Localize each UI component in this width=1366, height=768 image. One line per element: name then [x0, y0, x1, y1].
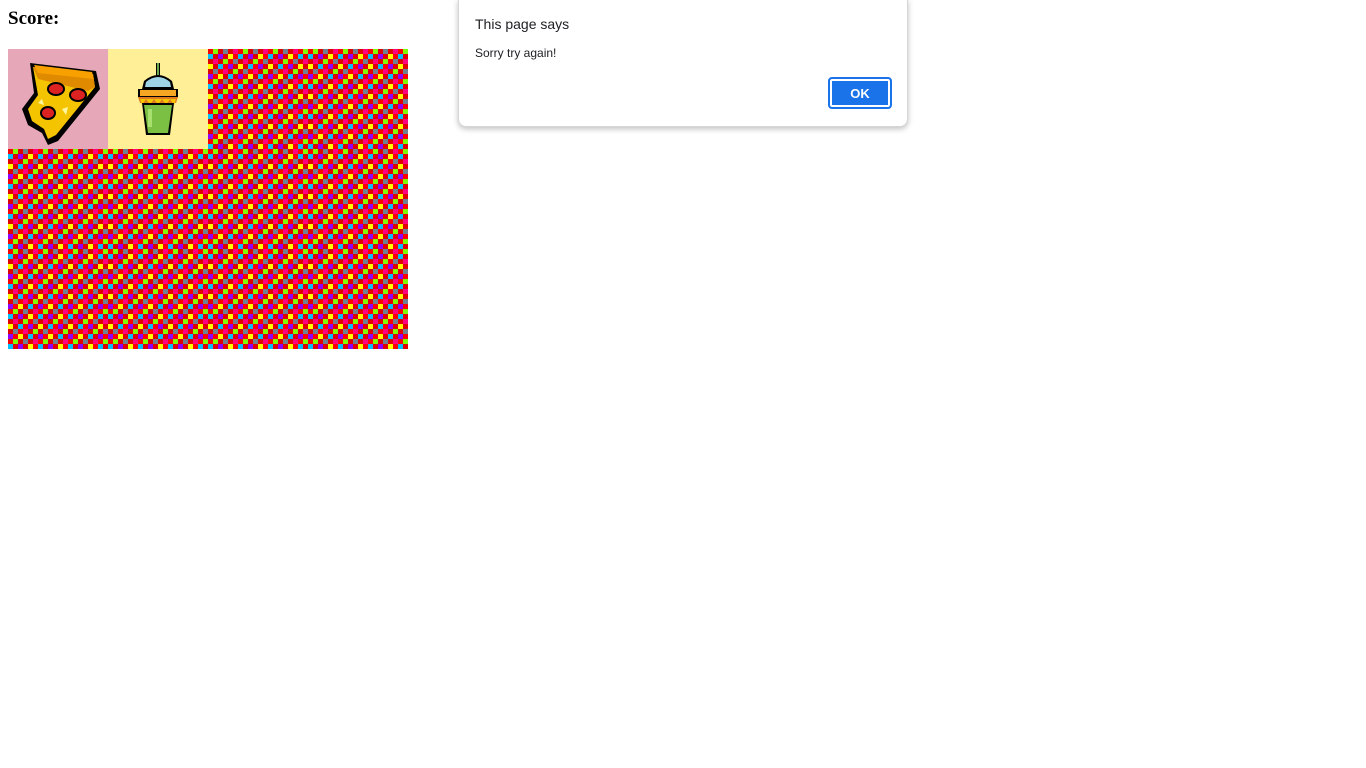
- card-face-down[interactable]: [308, 49, 408, 149]
- card-face-down[interactable]: [108, 149, 208, 249]
- ok-button[interactable]: OK: [828, 77, 892, 109]
- card-face-down[interactable]: [8, 149, 108, 249]
- card-face-down[interactable]: [8, 249, 108, 349]
- card-back-pattern: [108, 149, 208, 249]
- card-face-down[interactable]: [208, 49, 308, 149]
- card-face-down[interactable]: [208, 249, 308, 349]
- card-back-pattern: [208, 149, 308, 249]
- card-revealed-drink[interactable]: [108, 49, 208, 149]
- memory-game-board: [8, 49, 408, 349]
- card-back-pattern: [208, 249, 308, 349]
- card-face-down[interactable]: [308, 149, 408, 249]
- card-face-down[interactable]: [208, 149, 308, 249]
- pizza-icon: [8, 49, 108, 149]
- card-back-pattern: [308, 49, 408, 149]
- card-back-pattern: [8, 149, 108, 249]
- card-revealed-pizza[interactable]: [8, 49, 108, 149]
- alert-dialog: This page says Sorry try again! OK: [458, 0, 908, 127]
- slushie-drink-icon: [108, 49, 208, 149]
- alert-message: Sorry try again!: [475, 46, 557, 60]
- card-back-pattern: [208, 49, 308, 149]
- card-back-pattern: [308, 249, 408, 349]
- card-back-pattern: [108, 249, 208, 349]
- card-face-down[interactable]: [308, 249, 408, 349]
- alert-title: This page says: [475, 16, 570, 32]
- card-face-down[interactable]: [108, 249, 208, 349]
- card-back-pattern: [308, 149, 408, 249]
- score-label: Score:: [8, 8, 60, 29]
- card-back-pattern: [8, 249, 108, 349]
